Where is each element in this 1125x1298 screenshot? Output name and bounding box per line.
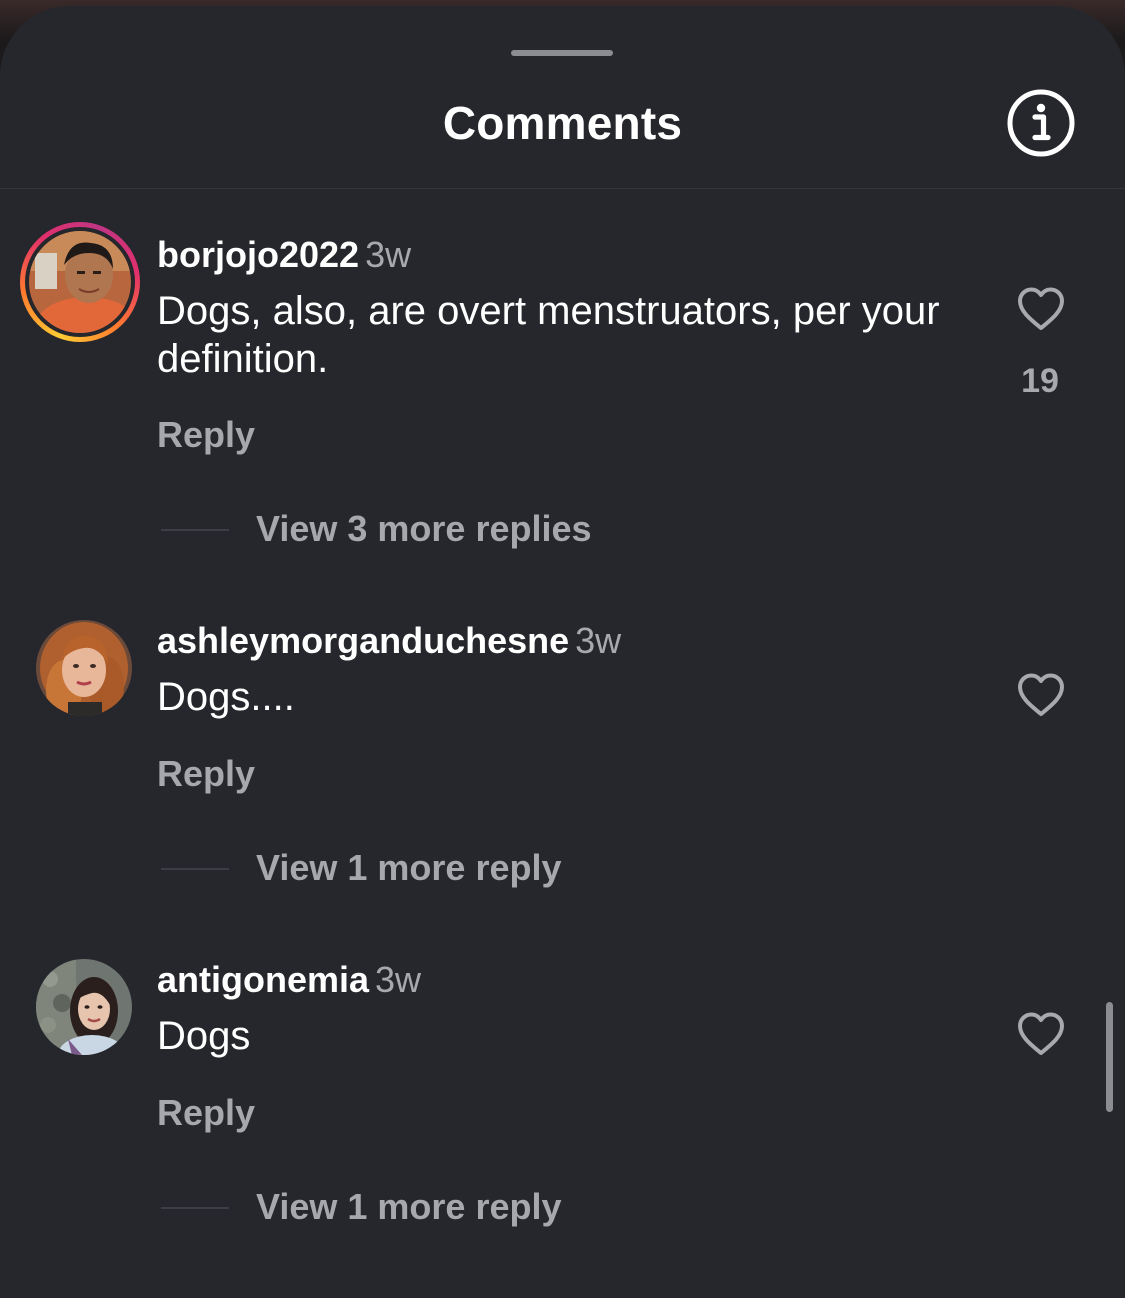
heart-icon[interactable]	[1016, 286, 1066, 332]
comment-meta: borjojo2022 3w	[157, 234, 412, 275]
story-ring[interactable]	[20, 222, 140, 342]
heart-icon[interactable]	[1016, 672, 1066, 718]
comment-item: ashleymorganduchesne 3w Dogs.... Reply Vi…	[0, 620, 1125, 920]
comment-item: antigonemia 3w Dogs Reply View 1 more rep…	[0, 959, 1125, 1259]
reply-button[interactable]: Reply	[157, 753, 255, 795]
comment-username[interactable]: borjojo2022	[157, 234, 359, 275]
replies-divider-line	[161, 1207, 229, 1209]
sheet-title: Comments	[442, 97, 683, 149]
comment-meta: antigonemia 3w	[157, 959, 422, 1000]
reply-button[interactable]: Reply	[157, 1092, 255, 1134]
drag-handle[interactable]	[511, 50, 613, 56]
view-replies-label: View 1 more reply	[256, 1186, 562, 1227]
comment-text: Dogs....	[157, 675, 295, 719]
info-icon[interactable]	[1006, 88, 1076, 158]
view-replies-button[interactable]: View 1 more reply	[157, 847, 857, 891]
replies-divider-line	[161, 529, 229, 531]
avatar[interactable]	[29, 231, 131, 333]
heart-icon[interactable]	[1016, 1011, 1066, 1057]
view-replies-label: View 1 more reply	[256, 847, 562, 888]
like-count: 19	[1021, 362, 1059, 400]
view-replies-button[interactable]: View 3 more replies	[157, 508, 857, 552]
view-replies-button[interactable]: View 1 more reply	[157, 1186, 857, 1230]
comments-sheet: Comments borjojo2022 3w Dogs, also, are …	[0, 6, 1125, 1298]
scrollbar[interactable]	[1106, 1002, 1113, 1112]
comment-text: Dogs, also, are overt menstruators, per …	[157, 289, 940, 381]
avatar[interactable]	[36, 620, 132, 716]
comment-text: Dogs	[157, 1014, 251, 1058]
replies-divider-line	[161, 868, 229, 870]
avatar[interactable]	[36, 959, 132, 1055]
comment-username[interactable]: ashleymorganduchesne	[157, 620, 569, 661]
comment-time: 3w	[365, 234, 412, 275]
comment-time: 3w	[575, 620, 622, 661]
comment-item: borjojo2022 3w Dogs, also, are overt mens…	[0, 222, 1125, 549]
comment-username[interactable]: antigonemia	[157, 959, 369, 1000]
reply-button[interactable]: Reply	[157, 414, 255, 456]
view-replies-label: View 3 more replies	[256, 508, 592, 549]
header-divider	[0, 188, 1125, 189]
comment-meta: ashleymorganduchesne 3w	[157, 620, 622, 661]
comment-time: 3w	[375, 959, 422, 1000]
